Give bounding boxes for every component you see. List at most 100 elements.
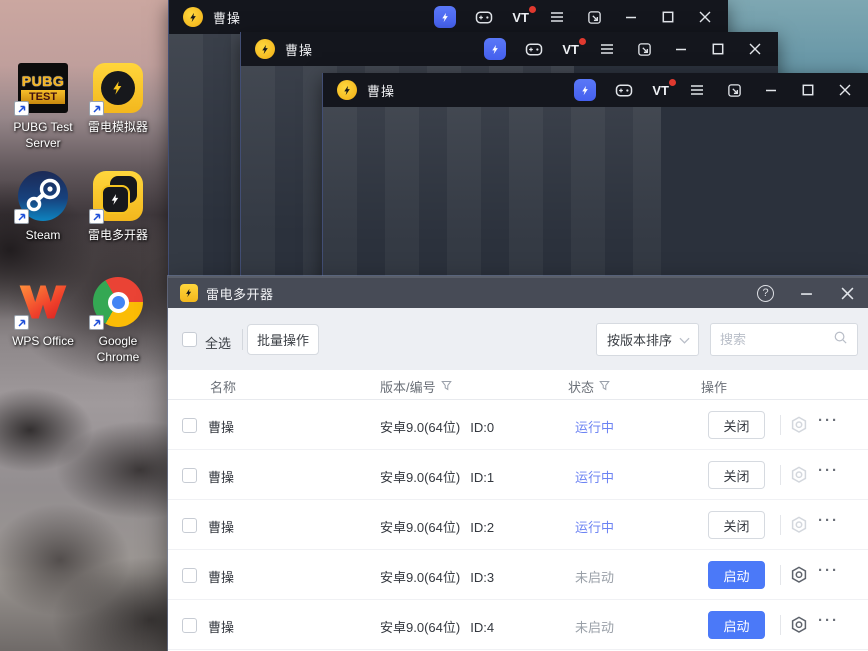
desktop-icon-ld-multi-opener[interactable]: 雷电多开器: [80, 170, 156, 244]
minimize-icon[interactable]: [622, 8, 640, 26]
vt-virtualization-indicator[interactable]: VT: [562, 37, 586, 57]
desktop-icon-pubg-test-server[interactable]: PUBG TEST PUBG Test Server: [5, 62, 81, 151]
instance-version: 安卓9.0(64位): [380, 420, 461, 435]
start-stop-button[interactable]: 关闭: [708, 461, 765, 489]
vt-virtualization-indicator[interactable]: VT: [652, 78, 676, 98]
close-icon[interactable]: [838, 284, 856, 302]
shortcut-arrow-icon: [14, 209, 29, 224]
minimize-icon[interactable]: [762, 81, 780, 99]
desktop-icon-ldplayer[interactable]: 雷电模拟器: [80, 62, 156, 136]
chevron-down-icon: [679, 332, 690, 347]
menu-icon[interactable]: [548, 8, 566, 26]
settings-gear-icon[interactable]: [789, 415, 809, 435]
boost-icon[interactable]: [484, 38, 507, 60]
maximize-icon[interactable]: [659, 8, 677, 26]
start-stop-button[interactable]: 关闭: [708, 411, 765, 439]
desktop-icon-google-chrome[interactable]: Google Chrome: [80, 276, 156, 365]
shortcut-arrow-icon: [89, 315, 104, 330]
notification-dot: [529, 5, 536, 13]
batch-operations-button[interactable]: 批量操作: [247, 324, 319, 355]
filter-icon[interactable]: [440, 379, 452, 394]
divider: [780, 415, 781, 435]
shortcut-arrow-icon: [14, 101, 29, 116]
table-row: 曹操 安卓9.0(64位) ID:3 未启动 启动 ···: [168, 550, 868, 600]
search-input[interactable]: [720, 332, 833, 347]
emulator-titlebar[interactable]: 曹操 VT: [241, 32, 778, 66]
shortcut-arrow-icon: [14, 315, 29, 330]
instance-name: 曹操: [208, 470, 235, 485]
maximize-icon[interactable]: [799, 81, 817, 99]
more-options-icon[interactable]: ···: [818, 562, 842, 579]
close-icon[interactable]: [836, 81, 854, 99]
manager-titlebar[interactable]: 雷电多开器 ?: [168, 276, 868, 308]
gamepad-icon[interactable]: [615, 81, 633, 99]
desktop-icon-wps-office[interactable]: WPS Office: [5, 276, 81, 350]
row-checkbox[interactable]: [182, 418, 197, 433]
boost-icon[interactable]: [434, 6, 457, 28]
minimize-icon[interactable]: [797, 284, 815, 302]
emulator-window-3: 曹操 VT: [322, 73, 868, 290]
ldplayer-icon: [89, 62, 144, 116]
instance-version: 安卓9.0(64位): [380, 520, 461, 535]
header-status: 状态: [568, 377, 610, 396]
help-icon[interactable]: ?: [757, 284, 774, 302]
new-window-icon[interactable]: [585, 8, 603, 26]
table-row: 曹操 安卓9.0(64位) ID:2 运行中 关闭 ···: [168, 500, 868, 550]
emulator-titlebar[interactable]: 曹操 VT: [323, 73, 868, 107]
instance-version: 安卓9.0(64位): [380, 470, 461, 485]
sort-dropdown[interactable]: 按版本排序: [596, 323, 699, 356]
settings-gear-icon[interactable]: [789, 515, 809, 535]
header-action: 操作: [701, 380, 728, 395]
gamepad-icon[interactable]: [475, 8, 493, 26]
shortcut-arrow-icon: [89, 209, 104, 224]
settings-gear-icon[interactable]: [789, 465, 809, 485]
emulator-titlebar[interactable]: 曹操 VT: [169, 0, 728, 34]
desktop-icon-label: Steam: [25, 228, 61, 242]
desktop-icon-label: Google Chrome: [96, 334, 140, 364]
table-row: 曹操 安卓9.0(64位) ID:4 未启动 启动 ···: [168, 600, 868, 650]
search-icon[interactable]: [833, 330, 848, 350]
row-checkbox[interactable]: [182, 618, 197, 633]
close-icon[interactable]: [696, 8, 714, 26]
instance-id: ID:1: [470, 470, 495, 485]
desktop-icon-steam[interactable]: Steam: [5, 170, 81, 244]
filter-icon[interactable]: [599, 379, 610, 394]
chrome-icon: [89, 276, 144, 330]
more-options-icon[interactable]: ···: [818, 462, 842, 479]
emulator-screen: [323, 107, 868, 290]
row-checkbox[interactable]: [182, 468, 197, 483]
menu-icon[interactable]: [688, 81, 706, 99]
settings-gear-icon[interactable]: [789, 565, 809, 585]
instance-list: 曹操 安卓9.0(64位) ID:0 运行中 关闭 ··· 曹操 安卓9.0(64…: [168, 400, 868, 650]
instance-version: 安卓9.0(64位): [380, 570, 461, 585]
new-window-icon[interactable]: [635, 40, 653, 58]
start-stop-button[interactable]: 启动: [708, 611, 765, 639]
ldplayer-logo-icon: [183, 7, 203, 27]
instance-status: 未启动: [575, 570, 615, 585]
desktop-icon-label: PUBG Test Server: [13, 120, 73, 150]
multi-opener-logo-icon: [180, 284, 198, 302]
more-options-icon[interactable]: ···: [818, 512, 842, 529]
vt-virtualization-indicator[interactable]: VT: [512, 5, 536, 25]
settings-gear-icon[interactable]: [789, 615, 809, 635]
menu-icon[interactable]: [598, 40, 616, 58]
boost-icon[interactable]: [574, 79, 597, 101]
start-stop-button[interactable]: 关闭: [708, 511, 765, 539]
window-title: 曹操: [285, 42, 314, 58]
instance-name: 曹操: [208, 520, 235, 535]
row-checkbox[interactable]: [182, 518, 197, 533]
instance-id: ID:0: [470, 420, 495, 435]
manager-window-title: 雷电多开器: [206, 286, 274, 302]
row-checkbox[interactable]: [182, 568, 197, 583]
close-icon[interactable]: [746, 40, 764, 58]
select-all-checkbox[interactable]: [182, 332, 197, 347]
more-options-icon[interactable]: ···: [818, 412, 842, 429]
maximize-icon[interactable]: [709, 40, 727, 58]
start-stop-button[interactable]: 启动: [708, 561, 765, 589]
new-window-icon[interactable]: [725, 81, 743, 99]
minimize-icon[interactable]: [672, 40, 690, 58]
more-options-icon[interactable]: ···: [818, 612, 842, 629]
gamepad-icon[interactable]: [525, 40, 543, 58]
instance-status: 运行中: [575, 520, 615, 535]
search-box: [710, 323, 858, 356]
